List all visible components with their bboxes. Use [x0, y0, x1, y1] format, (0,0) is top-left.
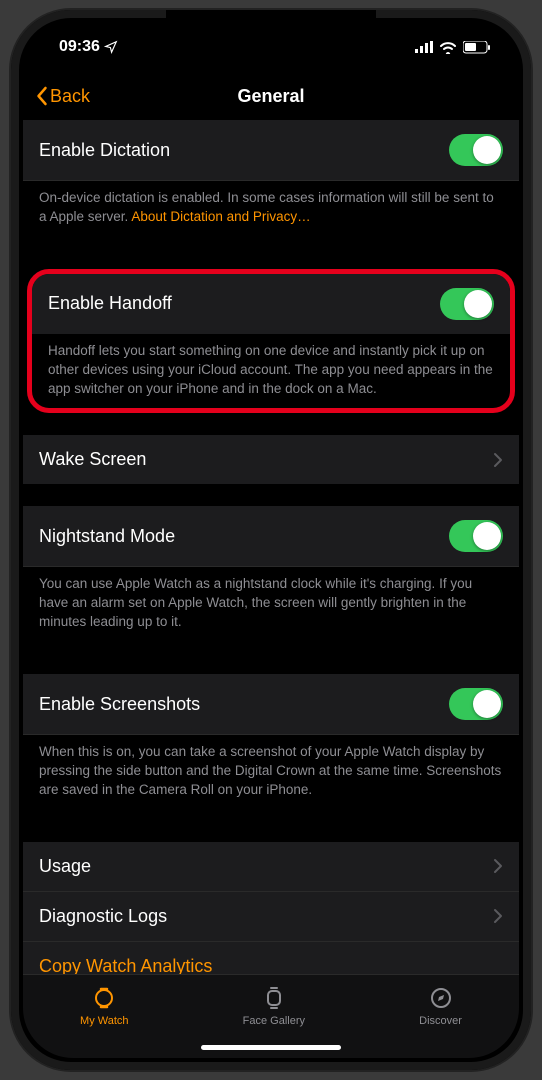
usage-cell[interactable]: Usage — [23, 842, 519, 892]
status-right — [415, 41, 491, 54]
wake-label: Wake Screen — [39, 449, 146, 470]
wake-screen-cell[interactable]: Wake Screen — [23, 435, 519, 484]
wake-group: Wake Screen — [23, 435, 519, 484]
screen: 09:36 Ba — [23, 22, 519, 1058]
tab-discover-label: Discover — [419, 1015, 462, 1027]
dictation-privacy-link[interactable]: About Dictation and Privacy… — [131, 209, 310, 224]
tab-mywatch-label: My Watch — [80, 1015, 129, 1027]
usage-group: Usage Diagnostic Logs Copy Watch Analyti… — [23, 842, 519, 974]
enable-dictation-cell[interactable]: Enable Dictation — [23, 120, 519, 181]
chevron-right-icon — [493, 908, 503, 924]
content: Enable Dictation On-device dictation is … — [23, 120, 519, 974]
dictation-group: Enable Dictation On-device dictation is … — [23, 120, 519, 247]
dictation-footer: On-device dictation is enabled. In some … — [23, 181, 519, 247]
chevron-right-icon — [493, 452, 503, 468]
tab-my-watch[interactable]: My Watch — [80, 985, 129, 1027]
usage-label: Usage — [39, 856, 91, 877]
nav-bar: Back General — [23, 72, 519, 120]
watch-icon — [91, 985, 117, 1011]
location-icon — [104, 40, 118, 54]
back-button[interactable]: Back — [35, 86, 90, 107]
nightstand-cell[interactable]: Nightstand Mode — [23, 506, 519, 567]
copy-label: Copy Watch Analytics — [39, 956, 212, 974]
notch — [166, 10, 376, 42]
handoff-highlight: Enable Handoff Handoff lets you start so… — [27, 269, 515, 414]
page-title: General — [237, 86, 304, 107]
battery-icon — [463, 41, 491, 54]
back-label: Back — [50, 86, 90, 107]
chevron-right-icon — [493, 858, 503, 874]
tab-discover[interactable]: Discover — [419, 985, 462, 1027]
handoff-label: Enable Handoff — [48, 293, 172, 314]
tab-gallery-label: Face Gallery — [243, 1015, 305, 1027]
enable-handoff-cell[interactable]: Enable Handoff — [32, 274, 510, 334]
compass-icon — [428, 985, 454, 1011]
screenshots-toggle[interactable] — [449, 688, 503, 720]
status-time: 09:36 — [59, 38, 100, 56]
phone-frame: 09:36 Ba — [11, 10, 531, 1070]
tab-face-gallery[interactable]: Face Gallery — [243, 985, 305, 1027]
nightstand-group: Nightstand Mode You can use Apple Watch … — [23, 506, 519, 652]
chevron-left-icon — [35, 86, 48, 106]
handoff-footer: Handoff lets you start something on one … — [32, 334, 510, 409]
cellular-icon — [415, 41, 433, 53]
status-left: 09:36 — [59, 38, 118, 56]
wifi-icon — [439, 41, 457, 54]
handoff-toggle[interactable] — [440, 288, 494, 320]
copy-analytics-cell[interactable]: Copy Watch Analytics — [23, 942, 519, 974]
diag-label: Diagnostic Logs — [39, 906, 167, 927]
nightstand-toggle[interactable] — [449, 520, 503, 552]
dictation-label: Enable Dictation — [39, 140, 170, 161]
screenshots-label: Enable Screenshots — [39, 694, 200, 715]
nightstand-label: Nightstand Mode — [39, 526, 175, 547]
screenshots-cell[interactable]: Enable Screenshots — [23, 674, 519, 735]
dictation-toggle[interactable] — [449, 134, 503, 166]
screenshots-group: Enable Screenshots When this is on, you … — [23, 674, 519, 820]
diagnostic-cell[interactable]: Diagnostic Logs — [23, 892, 519, 942]
home-indicator[interactable] — [201, 1045, 341, 1050]
nightstand-footer: You can use Apple Watch as a nightstand … — [23, 567, 519, 652]
screenshots-footer: When this is on, you can take a screensh… — [23, 735, 519, 820]
face-gallery-icon — [261, 985, 287, 1011]
